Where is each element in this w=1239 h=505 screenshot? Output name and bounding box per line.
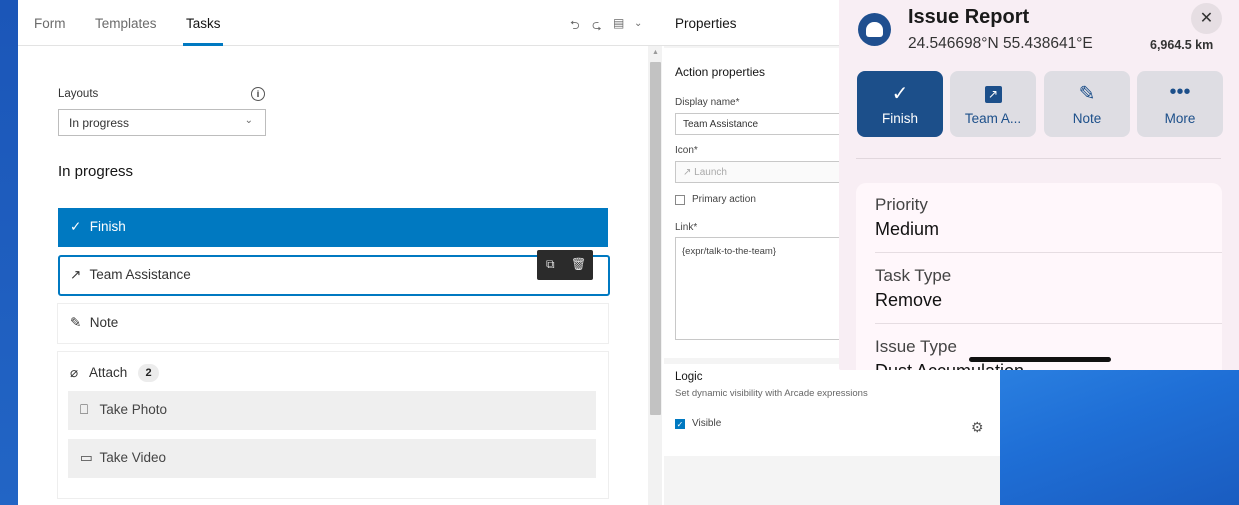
icon-label: Icon* <box>675 145 698 156</box>
checkmark-icon: ✓ <box>891 83 909 105</box>
ellipsis-icon: ••• <box>1169 81 1191 103</box>
logic-description: Set dynamic visibility with Arcade expre… <box>675 388 868 399</box>
note-button-label: Note <box>1072 111 1102 126</box>
chevron-down-icon: ⌄ <box>244 115 253 126</box>
desktop-background <box>0 0 18 505</box>
finish-button[interactable]: ✓ Finish <box>857 71 943 137</box>
camera-icon: ⎕ <box>80 402 89 417</box>
info-icon[interactable]: i <box>251 87 265 101</box>
take-photo-row[interactable]: ⎕ Take Photo <box>68 391 596 430</box>
display-name-label: Display name* <box>675 97 740 108</box>
properties-title: Properties <box>675 16 737 31</box>
launch-icon: ↗ <box>683 167 695 178</box>
layouts-label: Layouts <box>58 88 99 100</box>
field-label: Issue Type <box>875 337 957 356</box>
tab-form[interactable]: Form <box>34 16 66 31</box>
note-label: Note <box>89 315 119 330</box>
take-video-label: Take Video <box>99 450 167 465</box>
sheet-title: Issue Report <box>908 6 1030 28</box>
finish-label: Finish <box>89 219 126 234</box>
field-value: Dust Accumulation <box>875 361 1024 370</box>
field-label: Priority <box>875 195 928 214</box>
scrollbar-thumb[interactable] <box>650 62 661 415</box>
field-value: Medium <box>875 219 940 239</box>
tab-bar: Form Templates Tasks ⮌ ⮎ ▤ ⌄ <box>18 0 664 46</box>
divider <box>856 158 1221 159</box>
chevron-down-icon[interactable]: ⌄ <box>634 18 642 29</box>
finish-action-row[interactable]: ✓ Finish <box>58 208 608 247</box>
video-icon: ▭ <box>80 450 93 465</box>
primary-action-label: Primary action <box>692 194 756 205</box>
launch-icon: ↗ <box>950 81 1036 104</box>
logic-title: Logic <box>675 371 703 383</box>
app-logo <box>858 13 891 46</box>
redo-icon[interactable]: ⮎ <box>592 16 602 37</box>
issue-report-sheet: Issue Report 24.546698°N 55.438641°E 6,9… <box>839 0 1239 370</box>
cloud-icon <box>866 22 883 37</box>
team-assistance-label: Team Assistance <box>89 267 191 282</box>
field-separator <box>875 323 1222 324</box>
link-label: Link* <box>675 222 698 233</box>
tasks-panel: Form Templates Tasks ⮌ ⮎ ▤ ⌄ ▲ Layouts i… <box>18 0 664 505</box>
primary-action-checkbox[interactable] <box>675 195 685 205</box>
desktop-background-right <box>1000 370 1239 505</box>
team-assistance-button-label: Team A... <box>964 111 1022 126</box>
checkmark-icon: ✓ <box>70 219 82 234</box>
coordinates: 24.546698°N 55.438641°E <box>908 35 1093 52</box>
attach-title: ⌀ Attach <box>70 365 127 381</box>
gear-icon[interactable]: ⚙ <box>971 419 984 436</box>
finish-button-label: Finish <box>881 111 918 126</box>
icon-select-value: Launch <box>694 167 727 178</box>
section-title: In progress <box>58 163 134 180</box>
tab-templates[interactable]: Templates <box>95 16 157 31</box>
trash-icon[interactable]: 🗑 <box>571 257 586 271</box>
close-button[interactable]: ✕ <box>1191 3 1222 34</box>
team-assistance-button[interactable]: ↗ Team A... <box>950 71 1036 137</box>
layouts-select-value: In progress <box>69 116 130 130</box>
note-button[interactable]: ✎ Note <box>1044 71 1130 137</box>
note-action-row[interactable]: ✎ Note <box>58 304 608 343</box>
logic-section: Logic Set dynamic visibility with Arcade… <box>664 364 1000 456</box>
scroll-up-arrow[interactable]: ▲ <box>652 49 659 56</box>
home-indicator <box>969 357 1111 362</box>
field-separator <box>875 252 1222 253</box>
layouts-select[interactable]: In progress ⌄ <box>58 109 266 136</box>
field-value: Remove <box>875 290 943 310</box>
pencil-icon: ✎ <box>70 315 82 330</box>
duplicate-icon[interactable]: ⧉ <box>546 257 555 272</box>
paperclip-icon: ⌀ <box>70 365 79 380</box>
pencil-icon: ✎ <box>1078 83 1096 105</box>
distance: 6,964.5 km <box>1150 38 1214 52</box>
launch-icon: ↗ <box>70 267 82 282</box>
attach-count-badge: 2 <box>138 364 159 382</box>
undo-icon[interactable]: ⮌ <box>570 16 580 37</box>
row-toolbar: ⧉ 🗑 <box>537 250 593 280</box>
active-tab-indicator <box>183 43 223 46</box>
field-label: Task Type <box>875 266 952 285</box>
save-icon[interactable]: ▤ <box>613 16 624 30</box>
action-properties-title: Action properties <box>675 65 766 79</box>
take-video-row[interactable]: ▭ Take Video <box>68 439 596 478</box>
visible-label: Visible <box>692 418 722 429</box>
more-button-label: More <box>1164 111 1196 126</box>
attach-group[interactable]: ⌀ Attach 2 ⎕ Take Photo ▭ Take Video <box>58 352 608 498</box>
attach-label: Attach <box>89 365 128 380</box>
tab-tasks[interactable]: Tasks <box>186 16 221 31</box>
visible-checkbox[interactable]: ✓ <box>675 419 685 429</box>
attributes-card: Priority Medium Task Type Remove Issue T… <box>856 183 1222 370</box>
team-assistance-action-row[interactable]: ↗ Team Assistance <box>58 255 610 296</box>
take-photo-label: Take Photo <box>99 402 168 417</box>
more-button[interactable]: ••• More <box>1137 71 1223 137</box>
